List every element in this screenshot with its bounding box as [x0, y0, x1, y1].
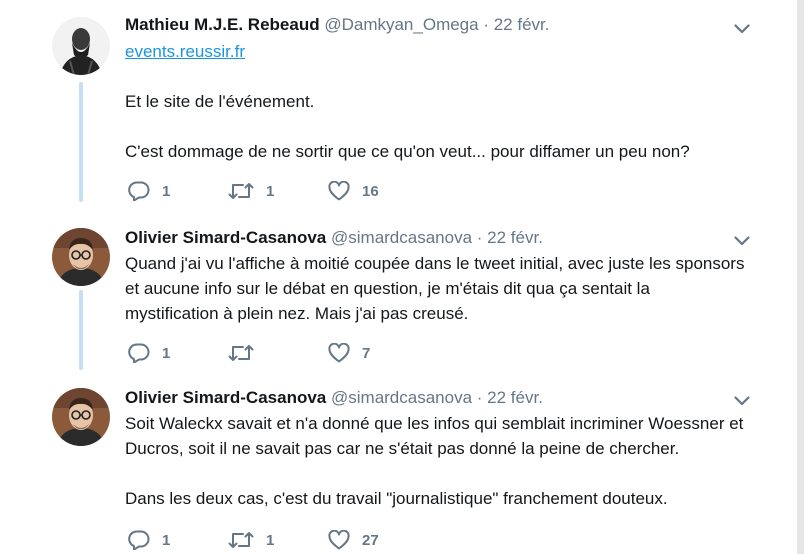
author-name[interactable]: Olivier Simard-Casanova: [125, 388, 326, 407]
retweet-icon: [228, 345, 254, 361]
tweet-paragraph: Soit Waleckx savait et n'a donné que les…: [125, 414, 744, 458]
like-count: 7: [362, 344, 371, 362]
tweet-paragraph: Et le site de l'événement.: [125, 92, 315, 111]
chevron-down-icon[interactable]: [734, 236, 750, 246]
like-button[interactable]: 16: [328, 180, 379, 202]
like-button[interactable]: 27: [328, 529, 379, 551]
author-handle[interactable]: @simardcasanova: [331, 388, 472, 407]
retweet-icon: [228, 532, 254, 548]
tweet-text: Quand j'ai vu l'affiche à moitié coupée …: [125, 251, 745, 326]
tweet-paragraph: Dans les deux cas, c'est du travail "jou…: [125, 489, 668, 508]
author-name[interactable]: Olivier Simard-Casanova: [125, 228, 326, 247]
reply-count: 1: [162, 344, 171, 362]
retweet-button[interactable]: 1: [228, 180, 274, 202]
avatar-image: [52, 388, 110, 446]
tweet-paragraph: Quand j'ai vu l'affiche à moitié coupée …: [125, 254, 745, 323]
tweet-date[interactable]: · 22 févr.: [477, 228, 543, 247]
author-handle[interactable]: @Damkyan_Omega: [324, 15, 478, 34]
tweet-header: Mathieu M.J.E. Rebeaud @Damkyan_Omega · …: [125, 15, 549, 35]
retweet-count: 1: [266, 531, 275, 549]
tweet-header: Olivier Simard-Casanova @simardcasanova …: [125, 388, 543, 408]
avatar[interactable]: [52, 228, 110, 286]
reply-button[interactable]: 1: [128, 342, 170, 364]
retweet-icon: [228, 183, 254, 199]
tweet[interactable]: Olivier Simard-Casanova @simardcasanova …: [0, 375, 797, 554]
reply-button[interactable]: 1: [128, 180, 170, 202]
avatar-image: [52, 228, 110, 286]
tweet-date[interactable]: · 22 févr.: [483, 15, 549, 34]
avatar-image: [52, 17, 110, 75]
reply-count: 1: [162, 531, 171, 549]
heart-icon: [328, 530, 350, 550]
tweet-text: events.reussir.fr Et le site de l'événem…: [125, 39, 745, 164]
reply-icon: [128, 343, 150, 363]
tweet-link[interactable]: events.reussir.fr: [125, 42, 245, 61]
tweet-paragraph: C'est dommage de ne sortir que ce qu'on …: [125, 142, 690, 161]
heart-icon: [328, 181, 350, 201]
tweet[interactable]: Olivier Simard-Casanova @simardcasanova …: [0, 215, 797, 375]
tweet[interactable]: Mathieu M.J.E. Rebeaud @Damkyan_Omega · …: [0, 0, 797, 215]
avatar[interactable]: [52, 388, 110, 446]
chevron-down-icon[interactable]: [734, 396, 750, 406]
retweet-button[interactable]: [228, 342, 266, 364]
retweet-button[interactable]: 1: [228, 529, 274, 551]
like-count: 16: [362, 182, 379, 200]
retweet-count: 1: [266, 182, 275, 200]
reply-icon: [128, 530, 150, 550]
tweet-header: Olivier Simard-Casanova @simardcasanova …: [125, 228, 543, 248]
reply-count: 1: [162, 182, 171, 200]
like-count: 27: [362, 531, 379, 549]
chevron-down-icon[interactable]: [734, 24, 750, 34]
avatar[interactable]: [52, 17, 110, 75]
reply-icon: [128, 181, 150, 201]
reply-button[interactable]: 1: [128, 529, 170, 551]
scrollbar[interactable]: [797, 0, 804, 554]
tweet-date[interactable]: · 22 févr.: [477, 388, 543, 407]
author-handle[interactable]: @simardcasanova: [331, 228, 472, 247]
tweet-text: Soit Waleckx savait et n'a donné que les…: [125, 411, 745, 511]
heart-icon: [328, 343, 350, 363]
author-name[interactable]: Mathieu M.J.E. Rebeaud: [125, 15, 320, 34]
like-button[interactable]: 7: [328, 342, 370, 364]
